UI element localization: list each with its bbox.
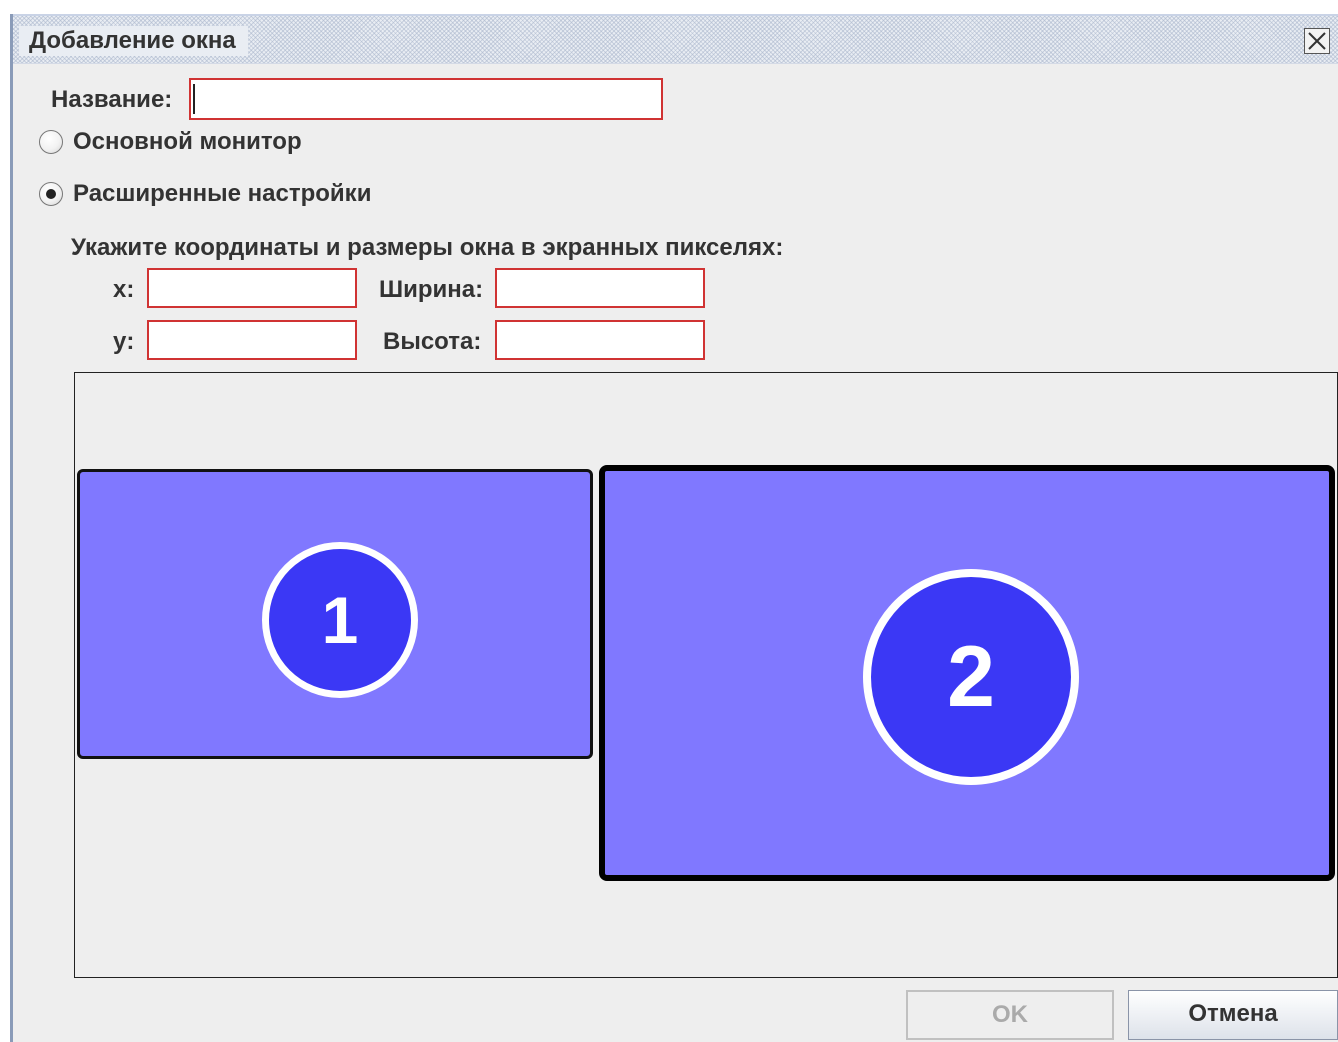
radio-primary-monitor[interactable] [39, 130, 63, 154]
width-input[interactable] [495, 268, 705, 308]
name-label: Название: [51, 86, 173, 113]
cancel-button[interactable]: Отмена [1128, 990, 1338, 1040]
radio-selected-dot [46, 189, 56, 199]
monitor-1-badge: 1 [262, 542, 418, 698]
monitor-1[interactable]: 1 [77, 469, 593, 759]
monitor-layout-preview: 1 2 [74, 372, 1338, 978]
radio-primary-label[interactable]: Основной монитор [73, 128, 302, 156]
height-input[interactable] [495, 320, 705, 360]
add-window-dialog: Добавление окна Название: Основной монит… [10, 14, 1338, 1042]
y-input[interactable] [147, 320, 357, 360]
name-input[interactable] [189, 78, 663, 120]
close-icon [1308, 32, 1326, 50]
ok-button[interactable]: OK [906, 990, 1114, 1040]
radio-advanced-settings[interactable] [39, 182, 63, 206]
dialog-title: Добавление окна [19, 26, 248, 56]
monitor-2-badge: 2 [863, 569, 1079, 785]
width-label: Ширина: [379, 276, 484, 303]
y-label: y: [113, 328, 135, 355]
radio-advanced-label[interactable]: Расширенные настройки [73, 180, 371, 208]
height-label: Высота: [383, 328, 482, 355]
title-bar[interactable]: Добавление окна [13, 14, 1338, 64]
coordinates-instructions: Укажите координаты и размеры окна в экра… [71, 234, 784, 261]
x-input[interactable] [147, 268, 357, 308]
close-button[interactable] [1304, 28, 1330, 54]
x-label: x: [113, 276, 135, 303]
monitor-2[interactable]: 2 [599, 465, 1335, 881]
text-caret [193, 84, 195, 114]
